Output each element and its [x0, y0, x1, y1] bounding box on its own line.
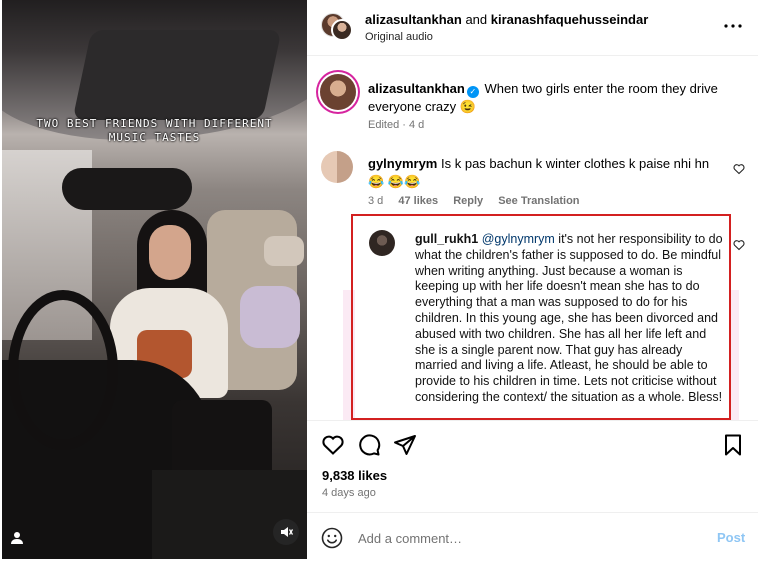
- headrest: [264, 236, 304, 266]
- heart-icon[interactable]: [733, 238, 745, 251]
- highlighted-reply: gull_rukh1 @gylnymrym it's not her respo…: [351, 214, 731, 420]
- comment-text: it's not her responsibility to do what t…: [415, 232, 723, 404]
- comment-username[interactable]: gylnymrym: [368, 156, 437, 171]
- car-sunroof: [72, 30, 282, 120]
- bag: [240, 286, 300, 348]
- comment-meta: 3 d 47 likes Reply See Translation: [368, 195, 592, 207]
- heart-icon[interactable]: [733, 162, 745, 175]
- header-and: and: [465, 12, 488, 27]
- post-details-panel: alizasultankhan and kiranashfaquehussein…: [307, 0, 758, 563]
- verified-badge-icon: ✓: [466, 86, 479, 98]
- comment-icon[interactable]: [357, 433, 381, 457]
- header-username[interactable]: kiranashfaquehusseindar: [491, 12, 649, 27]
- post-time: 4 days ago: [322, 487, 376, 499]
- steering-wheel: [8, 290, 118, 450]
- header-usernames: alizasultankhan and kiranashfaquehussein…: [365, 12, 648, 27]
- avatar[interactable]: [321, 151, 353, 183]
- user-icon[interactable]: [10, 531, 24, 545]
- add-comment-input[interactable]: [358, 527, 688, 549]
- more-horizontal-icon[interactable]: [721, 16, 745, 36]
- avatar[interactable]: [369, 230, 395, 256]
- bookmark-icon[interactable]: [721, 433, 745, 457]
- person-face: [149, 225, 191, 280]
- like-heart-icon[interactable]: [321, 433, 345, 457]
- avatar[interactable]: [331, 19, 353, 41]
- see-translation-button[interactable]: See Translation: [498, 195, 579, 207]
- caption-meta: Edited · 4 d: [368, 119, 425, 131]
- likes-count[interactable]: 9,838 likes: [322, 468, 387, 483]
- reply-comment: gull_rukh1 @gylnymrym it's not her respo…: [415, 232, 727, 406]
- rearview-mirror: [62, 168, 192, 210]
- post-header: alizasultankhan and kiranashfaquehussein…: [307, 0, 758, 56]
- avatar[interactable]: [320, 74, 356, 110]
- post-caption: alizasultankhan ✓ When two girls enter th…: [368, 80, 728, 116]
- speaker-muted-icon[interactable]: [273, 519, 299, 545]
- caption-username[interactable]: alizasultankhan: [368, 81, 465, 96]
- share-icon[interactable]: [393, 433, 417, 457]
- comment-likes[interactable]: 47 likes: [398, 195, 438, 207]
- header-username[interactable]: alizasultankhan: [365, 12, 462, 27]
- add-comment-bar: Post: [307, 512, 758, 563]
- comment-time: 3 d: [368, 195, 384, 207]
- audio-link[interactable]: Original audio: [365, 31, 433, 43]
- car-floor: [152, 470, 307, 559]
- comment-username[interactable]: gull_rukh1: [415, 232, 478, 246]
- reply-button[interactable]: Reply: [453, 195, 483, 207]
- action-bar: [307, 420, 758, 464]
- reel-video[interactable]: TWO BEST FRIENDS WITH DIFFERENT MUSIC TA…: [2, 0, 307, 559]
- comment: gylnymrym Is k pas bachun k winter cloth…: [368, 155, 723, 191]
- post-button[interactable]: Post: [717, 530, 745, 545]
- emoji-icon[interactable]: [321, 527, 343, 549]
- video-overlay-text: TWO BEST FRIENDS WITH DIFFERENT MUSIC TA…: [36, 117, 273, 144]
- mention-link[interactable]: @gylnymrym: [482, 232, 555, 246]
